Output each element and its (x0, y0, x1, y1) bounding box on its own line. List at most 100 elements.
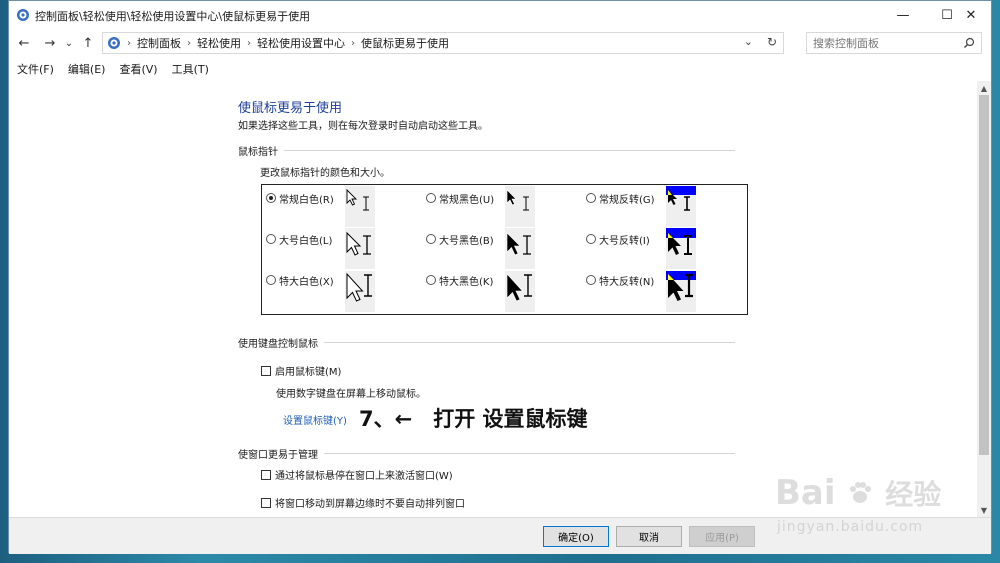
close-button[interactable]: ✕ (949, 1, 993, 29)
mouse-keys-description: 使用数字键盘在屏幕上移动鼠标。 (276, 389, 426, 400)
scroll-up-icon[interactable]: ▲ (977, 81, 991, 95)
extra-large-black-preview (505, 271, 535, 312)
hover-activate-label: 通过将鼠标悬停在窗口上来激活窗口(W) (275, 471, 453, 482)
title-bar: 控制面板\轻松使用\轻松使用设置中心\使鼠标更易于使用 — ☐ ✕ (9, 1, 991, 29)
address-bar[interactable]: › 控制面板 › 轻松使用 › 轻松使用设置中心 › 使鼠标更易于使用 ⌄ ↻ (102, 32, 784, 54)
option-label: 常规黑色(U) (439, 194, 495, 206)
hover-activate-checkbox[interactable] (261, 469, 271, 480)
mouse-keys-checkbox[interactable] (261, 365, 271, 376)
radio-extra-large-inverted[interactable]: 特大反转(N) (586, 272, 654, 288)
menu-tools[interactable]: 工具(T) (172, 61, 209, 77)
extra-large-inverted-preview (666, 271, 696, 312)
section-divider (324, 453, 735, 454)
white-arrow-cursor-icon (346, 272, 372, 302)
large-inverted-preview (666, 228, 696, 269)
address-dropdown-icon[interactable]: ⌄ (744, 35, 753, 48)
search-box[interactable] (806, 32, 982, 54)
large-black-preview (505, 228, 535, 269)
cancel-button[interactable]: 取消 (616, 526, 682, 547)
radio-large-white[interactable]: 大号白色(L) (266, 231, 332, 247)
menu-view[interactable]: 查看(V) (119, 61, 157, 77)
radio-button[interactable] (586, 193, 596, 203)
snap-disable-checkbox-row[interactable]: 将窗口移动到屏幕边缘时不要自动排列窗口 (261, 495, 465, 510)
apply-button[interactable]: 应用(P) (689, 526, 755, 547)
radio-button[interactable] (586, 234, 596, 244)
forward-button[interactable]: → (41, 35, 59, 51)
baidu-watermark: Bai 经验 jingyan.baidu.com (767, 453, 997, 543)
option-label: 常规白色(R) (279, 194, 334, 206)
radio-button[interactable] (266, 234, 276, 244)
section-divider (284, 150, 735, 151)
breadcrumb-ease-of-access[interactable]: 轻松使用 (197, 35, 241, 51)
refresh-icon[interactable]: ↻ (767, 35, 777, 49)
scroll-thumb[interactable] (979, 95, 989, 455)
watermark-brand: Bai 经验 (775, 473, 941, 513)
radio-regular-white[interactable]: 常规白色(R) (266, 190, 334, 206)
regular-inverted-preview (666, 186, 696, 227)
black-arrow-cursor-icon (506, 273, 532, 302)
breadcrumb-mouse-page[interactable]: 使鼠标更易于使用 (361, 35, 449, 51)
hover-activate-checkbox-row[interactable]: 通过将鼠标悬停在窗口上来激活窗口(W) (261, 467, 453, 482)
pointers-description: 更改鼠标指针的颜色和大小。 (260, 168, 390, 179)
radio-button[interactable] (266, 193, 276, 203)
radio-button[interactable] (426, 234, 436, 244)
radio-extra-large-white[interactable]: 特大白色(X) (266, 272, 334, 288)
forward-arrow-icon: → (44, 35, 56, 51)
back-button[interactable]: ← (15, 35, 33, 51)
section-mouse-pointers: 鼠标指针 (238, 143, 735, 158)
option-label: 特大反转(N) (599, 276, 655, 288)
mouse-keys-checkbox-row[interactable]: 启用鼠标键(M) (261, 363, 341, 378)
pointer-scheme-group: 常规白色(R) 常规黑色(U) 常规反转(G) 大号白色(L) 大号黑色(B) … (261, 184, 748, 315)
radio-large-inverted[interactable]: 大号反转(I) (586, 231, 650, 247)
up-button[interactable]: ↑ (79, 35, 97, 51)
radio-button[interactable] (426, 275, 436, 285)
radio-large-black[interactable]: 大号黑色(B) (426, 231, 494, 247)
radio-button[interactable] (426, 193, 436, 203)
back-arrow-icon: ← (18, 35, 30, 51)
breadcrumb-separator-icon: › (127, 37, 131, 49)
vertical-scrollbar[interactable]: ▲ ▼ (977, 81, 991, 517)
recent-locations-button[interactable]: ⌄ (63, 35, 75, 51)
minimize-button[interactable]: — (881, 1, 925, 29)
radio-button[interactable] (586, 275, 596, 285)
section-keyboard-mouse: 使用键盘控制鼠标 (238, 335, 735, 350)
up-arrow-icon: ↑ (82, 35, 94, 51)
section-title: 使用键盘控制鼠标 (238, 339, 318, 350)
breadcrumb-control-panel[interactable]: 控制面板 (137, 35, 181, 51)
mouse-keys-label: 启用鼠标键(M) (275, 367, 342, 378)
radio-button[interactable] (266, 275, 276, 285)
minimize-icon: — (896, 7, 910, 23)
search-input[interactable] (813, 36, 963, 50)
radio-regular-black[interactable]: 常规黑色(U) (426, 190, 494, 206)
section-divider (324, 342, 735, 343)
black-arrow-cursor-icon (506, 232, 531, 256)
page-title: 使鼠标更易于使用 (238, 101, 343, 116)
option-label: 特大黑色(K) (439, 276, 494, 288)
watermark-url: jingyan.baidu.com (777, 519, 924, 535)
white-arrow-cursor-icon (346, 188, 369, 211)
radio-regular-inverted[interactable]: 常规反转(G) (586, 190, 655, 206)
window-title: 控制面板\轻松使用\轻松使用设置中心\使鼠标更易于使用 (35, 10, 311, 23)
regular-black-preview (505, 186, 535, 227)
radio-extra-large-black[interactable]: 特大黑色(K) (426, 272, 493, 288)
snap-disable-label: 将窗口移动到屏幕边缘时不要自动排列窗口 (275, 499, 465, 510)
menu-edit[interactable]: 编辑(E) (68, 61, 106, 77)
section-title: 鼠标指针 (238, 147, 278, 158)
address-toolbar: ← → ⌄ ↑ › 控制面板 › 轻松使用 › 轻松使用设置中心 › 使鼠标更易… (9, 29, 991, 57)
section-window-management: 使窗口更易于管理 (238, 446, 735, 461)
extra-large-white-preview (345, 271, 375, 312)
inverted-cursor-icon (666, 186, 696, 211)
setup-mouse-keys-link[interactable]: 设置鼠标键(Y) (283, 412, 347, 427)
search-icon[interactable] (963, 37, 975, 49)
section-title: 使窗口更易于管理 (238, 450, 318, 461)
regular-white-preview (345, 186, 375, 227)
main-content: 使鼠标更易于使用 如果选择这些工具，则在每次登录时自动启动这些工具。 鼠标指针 … (9, 81, 979, 517)
white-arrow-cursor-icon (346, 231, 371, 256)
snap-disable-checkbox[interactable] (261, 497, 271, 508)
menu-file[interactable]: 文件(F) (17, 61, 54, 77)
breadcrumb-ease-center[interactable]: 轻松使用设置中心 (257, 35, 345, 51)
ok-button[interactable]: 确定(O) (543, 526, 609, 547)
tutorial-annotation: 7、← 打开 设置鼠标键 (359, 407, 588, 431)
page-description: 如果选择这些工具，则在每次登录时自动启动这些工具。 (238, 121, 488, 132)
watermark-brand-cn: 经验 (885, 478, 942, 511)
